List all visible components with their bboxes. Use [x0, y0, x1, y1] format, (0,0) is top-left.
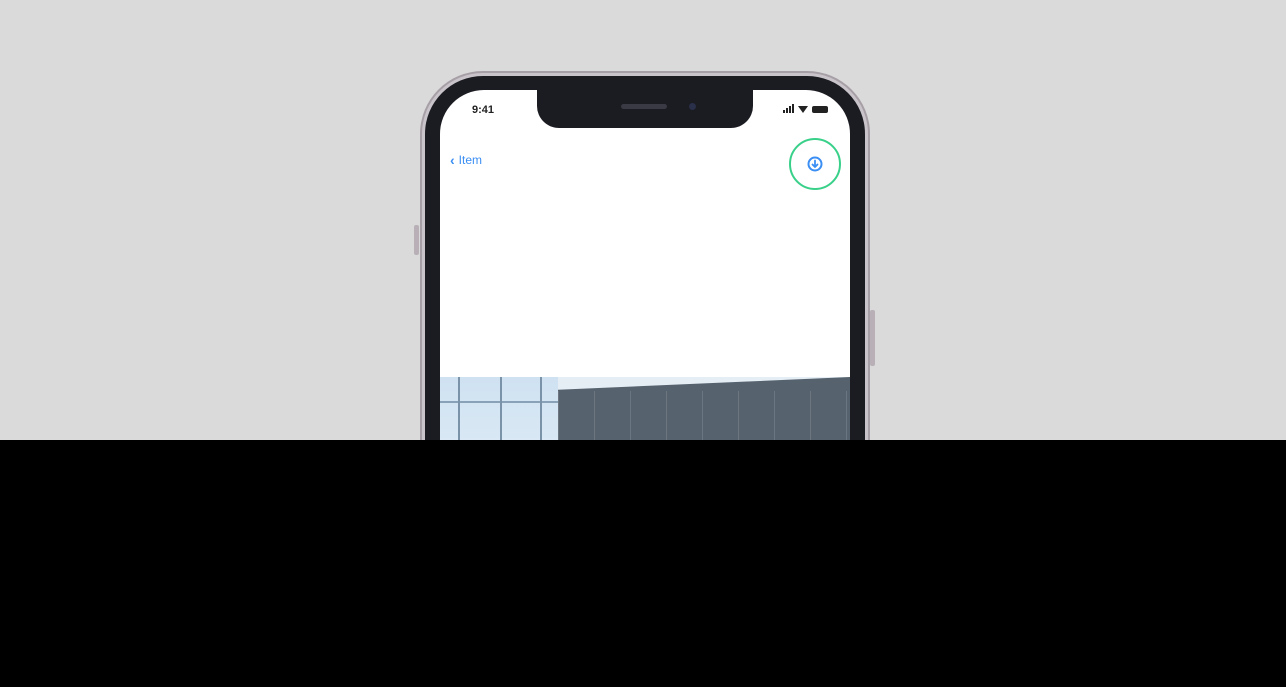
screenshot-stage: 9:41 ‹ Item — [0, 0, 1286, 440]
signal-icon — [783, 104, 794, 113]
photo-post — [500, 377, 502, 440]
speaker-grille — [621, 104, 667, 109]
phone-side-button — [414, 225, 419, 255]
wifi-icon — [798, 106, 808, 113]
item-photo — [440, 377, 850, 440]
phone-notch — [537, 90, 753, 128]
status-icons — [783, 104, 828, 113]
photo-post — [540, 377, 542, 440]
download-button[interactable] — [804, 153, 826, 175]
status-time: 9:41 — [472, 104, 495, 116]
black-overlay — [0, 440, 1286, 687]
photo-facade-grid — [558, 391, 850, 440]
front-camera — [689, 103, 696, 110]
phone-power-button — [870, 310, 875, 366]
back-label: Item — [458, 153, 483, 167]
chevron-left-icon: ‹ — [450, 152, 455, 168]
battery-icon — [812, 106, 828, 113]
download-icon — [807, 156, 823, 172]
photo-post — [458, 377, 460, 440]
phone-screen: 9:41 ‹ Item — [440, 90, 850, 440]
back-button[interactable]: ‹ Item — [450, 152, 482, 168]
